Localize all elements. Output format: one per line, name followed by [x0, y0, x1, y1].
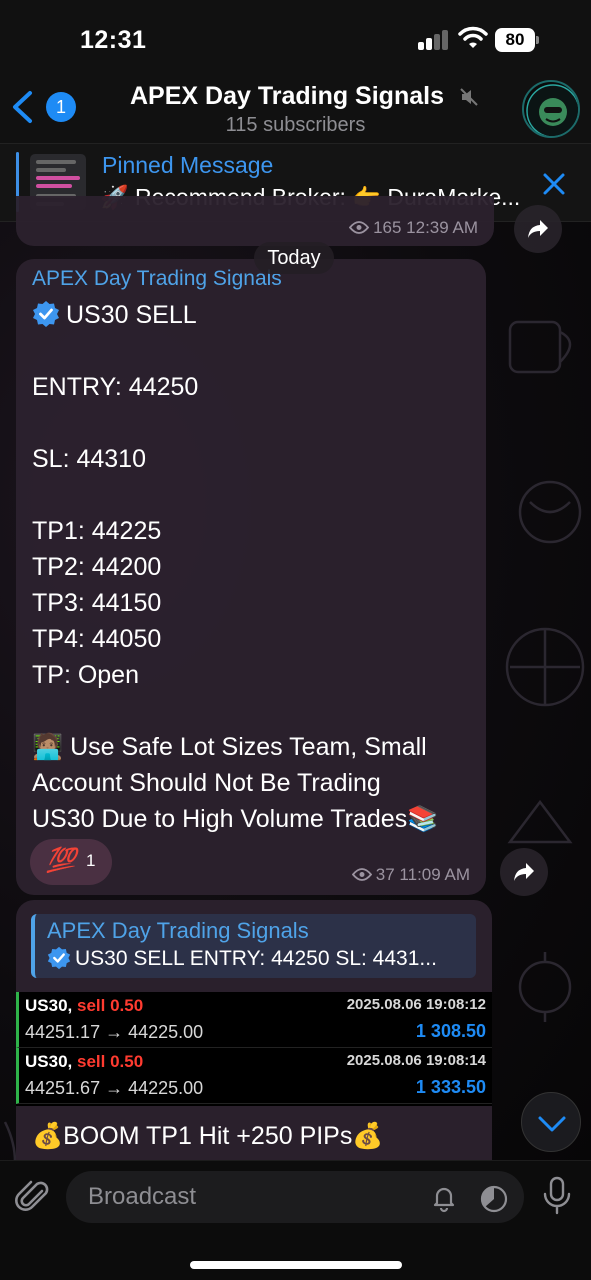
chevron-down-icon [538, 1116, 566, 1132]
status-time: 12:31 [80, 26, 147, 54]
status-bar: 12:31 80 [0, 0, 591, 76]
message-text: US30 SELL ENTRY: 44250 SL: 44310 TP1: 44… [32, 297, 472, 837]
battery-level: 80 [495, 28, 535, 52]
broadcast-input[interactable]: Broadcast [66, 1171, 524, 1223]
message-meta: 165 12:39 AM [349, 218, 478, 238]
message-meta: 37 11:09 AM [351, 865, 470, 885]
close-icon[interactable] [540, 170, 568, 198]
input-bar: Broadcast [0, 1160, 591, 1280]
paperclip-icon[interactable] [14, 1177, 54, 1217]
forward-button[interactable] [500, 848, 548, 896]
message-line: SL: 44310 [32, 445, 146, 473]
message-line: TP1: 44225 [32, 517, 162, 545]
forward-button[interactable] [514, 205, 562, 253]
message-line: US30 Due to High Volume Trades📚 [32, 805, 439, 833]
verified-badge-icon [33, 301, 59, 327]
message-line: TP2: 44200 [32, 553, 162, 581]
message-time: 11:09 AM [399, 865, 470, 884]
message-line [32, 333, 472, 369]
message-line: Account Should Not Be Trading [32, 769, 381, 797]
views-count: 165 [373, 218, 402, 237]
schedule-timer-icon[interactable] [478, 1183, 510, 1215]
verified-badge-icon [47, 946, 71, 970]
bell-icon[interactable] [429, 1183, 459, 1213]
trade-screenshot[interactable]: US30, sell 0.50 44251.17 → 44225.00 2025… [16, 992, 492, 1106]
reply-quote[interactable]: APEX Day Trading Signals US30 SELL ENTRY… [31, 914, 476, 978]
message-line [32, 693, 472, 729]
views-count: 37 [375, 865, 395, 884]
views-icon [349, 221, 370, 234]
pinned-label: Pinned Message [102, 152, 274, 178]
channel-title[interactable]: APEX Day Trading Signals [130, 82, 460, 111]
trade-row: US30, sell 0.50 44251.17 → 44225.00 2025… [16, 992, 492, 1048]
home-indicator [190, 1261, 402, 1269]
share-arrow-icon [514, 863, 534, 881]
reaction-count: 1 [86, 851, 96, 870]
views-icon [351, 868, 372, 881]
input-placeholder: Broadcast [88, 1183, 197, 1210]
message-time: 12:39 AM [406, 218, 478, 237]
battery-icon: 80 [495, 28, 539, 52]
microphone-icon[interactable] [540, 1175, 574, 1215]
message-line: TP3: 44150 [32, 589, 162, 617]
wifi-icon [458, 26, 488, 48]
message-line: US30 SELL [32, 297, 472, 333]
reply-text: US30 SELL ENTRY: 44250 SL: 4431... [47, 946, 457, 971]
scroll-to-bottom-button[interactable] [521, 1092, 581, 1152]
reaction-chip[interactable]: 💯 1 [30, 839, 112, 885]
share-arrow-icon [528, 220, 548, 238]
message-line [32, 477, 472, 513]
previous-message-bubble[interactable]: 165 12:39 AM [16, 196, 494, 246]
sender-name: APEX Day Trading Signals [32, 267, 282, 290]
signal-message-bubble[interactable]: APEX Day Trading Signals US30 SELL ENTRY… [16, 259, 486, 895]
muted-speaker-icon [460, 88, 478, 106]
chat-header: 1 APEX Day Trading Signals 115 subscribe… [0, 76, 591, 144]
message-text: 💰BOOM TP1 Hit +250 PIPs💰 [32, 1122, 384, 1150]
message-line: ENTRY: 44250 [32, 373, 199, 401]
reply-sender: APEX Day Trading Signals [47, 918, 309, 943]
trade-row: US30, sell 0.50 44251.67 → 44225.00 2025… [16, 1048, 492, 1104]
subscriber-count: 115 subscribers [225, 114, 366, 136]
date-separator: Today [254, 242, 334, 274]
result-message-bubble[interactable]: APEX Day Trading Signals US30 SELL ENTRY… [16, 900, 492, 1162]
hundred-points-emoji: 💯 [46, 847, 76, 874]
message-line [32, 405, 472, 441]
cellular-signal-icon [418, 30, 450, 50]
message-line: TP: Open [32, 661, 139, 689]
message-line: 🧑🏽‍💻 Use Safe Lot Sizes Team, Small [32, 733, 427, 761]
message-line: TP4: 44050 [32, 625, 162, 653]
channel-avatar[interactable] [522, 80, 580, 138]
